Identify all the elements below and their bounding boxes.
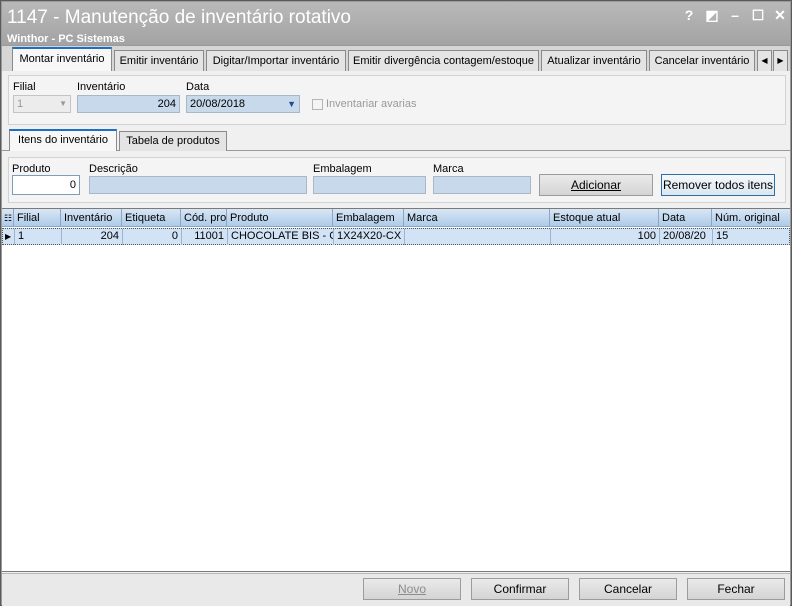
maximize-icon[interactable]: ☐ xyxy=(749,8,767,22)
row-pointer-icon: ▶ xyxy=(3,229,15,245)
col-inventario[interactable]: Inventário xyxy=(61,209,122,227)
calendar-dropdown-icon[interactable]: ▼ xyxy=(287,96,296,112)
items-grid[interactable]: ☷ Filial Inventário Etiqueta Cód. prod. … xyxy=(2,208,790,572)
app-window: 1147 - Manutenção de inventário rotativo… xyxy=(0,0,792,606)
window-title: 1147 - Manutenção de inventário rotativo xyxy=(7,7,351,28)
grid-menu-icon[interactable]: ☷ xyxy=(2,209,14,227)
cell-filial: 1 xyxy=(15,229,62,245)
avarias-checkbox[interactable] xyxy=(312,99,323,110)
cell-inventario: 204 xyxy=(62,229,123,245)
adicionar-button[interactable]: Adicionar xyxy=(539,174,653,196)
window-subtitle: Winthor - PC Sistemas xyxy=(7,33,125,45)
col-etiqueta[interactable]: Etiqueta xyxy=(122,209,181,227)
tab-digitar-importar[interactable]: Digitar/Importar inventário xyxy=(206,50,346,71)
col-estoque-atual[interactable]: Estoque atual xyxy=(550,209,659,227)
table-row[interactable]: ▶ 1 204 0 11001 CHOCOLATE BIS - C 1X24X2… xyxy=(2,228,790,245)
cancelar-button[interactable]: Cancelar xyxy=(579,578,677,600)
embalagem-label: Embalagem xyxy=(313,163,372,175)
confirmar-button[interactable]: Confirmar xyxy=(471,578,569,600)
tab-emitir-inventario[interactable]: Emitir inventário xyxy=(114,50,204,71)
filial-value: 1 xyxy=(17,98,24,110)
cell-embalagem: 1X24X20-CX xyxy=(334,229,405,245)
minimize-icon[interactable]: – xyxy=(726,8,744,22)
tab-scroll-right-icon[interactable]: ▶ xyxy=(773,50,788,71)
descricao-label: Descrição xyxy=(89,163,138,175)
subtab-tabela-produtos[interactable]: Tabela de produtos xyxy=(119,131,227,151)
col-produto[interactable]: Produto xyxy=(227,209,333,227)
col-data[interactable]: Data xyxy=(659,209,712,227)
chevron-down-icon: ▼ xyxy=(59,99,67,108)
footer-bar: Novo Confirmar Cancelar Fechar xyxy=(2,573,790,606)
data-label: Data xyxy=(186,81,210,93)
filial-label: Filial xyxy=(13,81,36,93)
close-icon[interactable]: ✕ xyxy=(771,8,789,22)
marca-label: Marca xyxy=(433,163,464,175)
title-bar: 1147 - Manutenção de inventário rotativo… xyxy=(2,2,790,45)
col-cod-prod[interactable]: Cód. prod. xyxy=(181,209,227,227)
tab-emitir-divergencia[interactable]: Emitir divergência contagem/estoque xyxy=(348,50,539,71)
data-field[interactable]: 20/08/2018 ▼ xyxy=(186,95,300,113)
inventario-field[interactable]: 204 xyxy=(77,95,180,113)
embalagem-field xyxy=(313,176,426,194)
col-embalagem[interactable]: Embalagem xyxy=(333,209,404,227)
remover-todos-button[interactable]: Remover todos itens xyxy=(661,174,775,196)
help-icon[interactable]: ? xyxy=(680,8,698,22)
fechar-button[interactable]: Fechar xyxy=(687,578,785,600)
col-num-original[interactable]: Núm. original xyxy=(712,209,790,227)
grid-header: ☷ Filial Inventário Etiqueta Cód. prod. … xyxy=(2,209,790,227)
avarias-label: Inventariar avarias xyxy=(326,98,417,110)
cell-estoque-atual: 100 xyxy=(551,229,660,245)
col-filial[interactable]: Filial xyxy=(14,209,61,227)
cell-data: 20/08/20 xyxy=(660,229,713,245)
cell-cod-prod: 11001 xyxy=(182,229,228,245)
filial-select[interactable]: 1 ▼ xyxy=(13,95,71,113)
cell-marca xyxy=(405,229,551,245)
tab-atualizar-inventario[interactable]: Atualizar inventário xyxy=(541,50,647,71)
col-marca[interactable]: Marca xyxy=(404,209,550,227)
produto-label: Produto xyxy=(12,163,51,175)
novo-button[interactable]: Novo xyxy=(363,578,461,600)
produto-input[interactable]: 0 xyxy=(12,175,80,195)
restore-icon[interactable]: ◩ xyxy=(703,8,721,22)
descricao-field xyxy=(89,176,307,194)
cell-produto: CHOCOLATE BIS - C xyxy=(228,229,334,245)
cell-etiqueta: 0 xyxy=(123,229,182,245)
tab-scroll-left-icon[interactable]: ◀ xyxy=(757,50,772,71)
inventario-label: Inventário xyxy=(77,81,126,93)
main-tabs: Montar inventário Emitir inventário Digi… xyxy=(2,46,790,72)
subtab-itens[interactable]: Itens do inventário xyxy=(9,129,117,151)
data-value: 20/08/2018 xyxy=(190,98,246,110)
tab-montar-inventario[interactable]: Montar inventário xyxy=(12,47,112,72)
cell-num-original: 15 xyxy=(716,230,729,242)
tab-cancelar-inventario[interactable]: Cancelar inventário xyxy=(649,50,755,71)
marca-field xyxy=(433,176,531,194)
